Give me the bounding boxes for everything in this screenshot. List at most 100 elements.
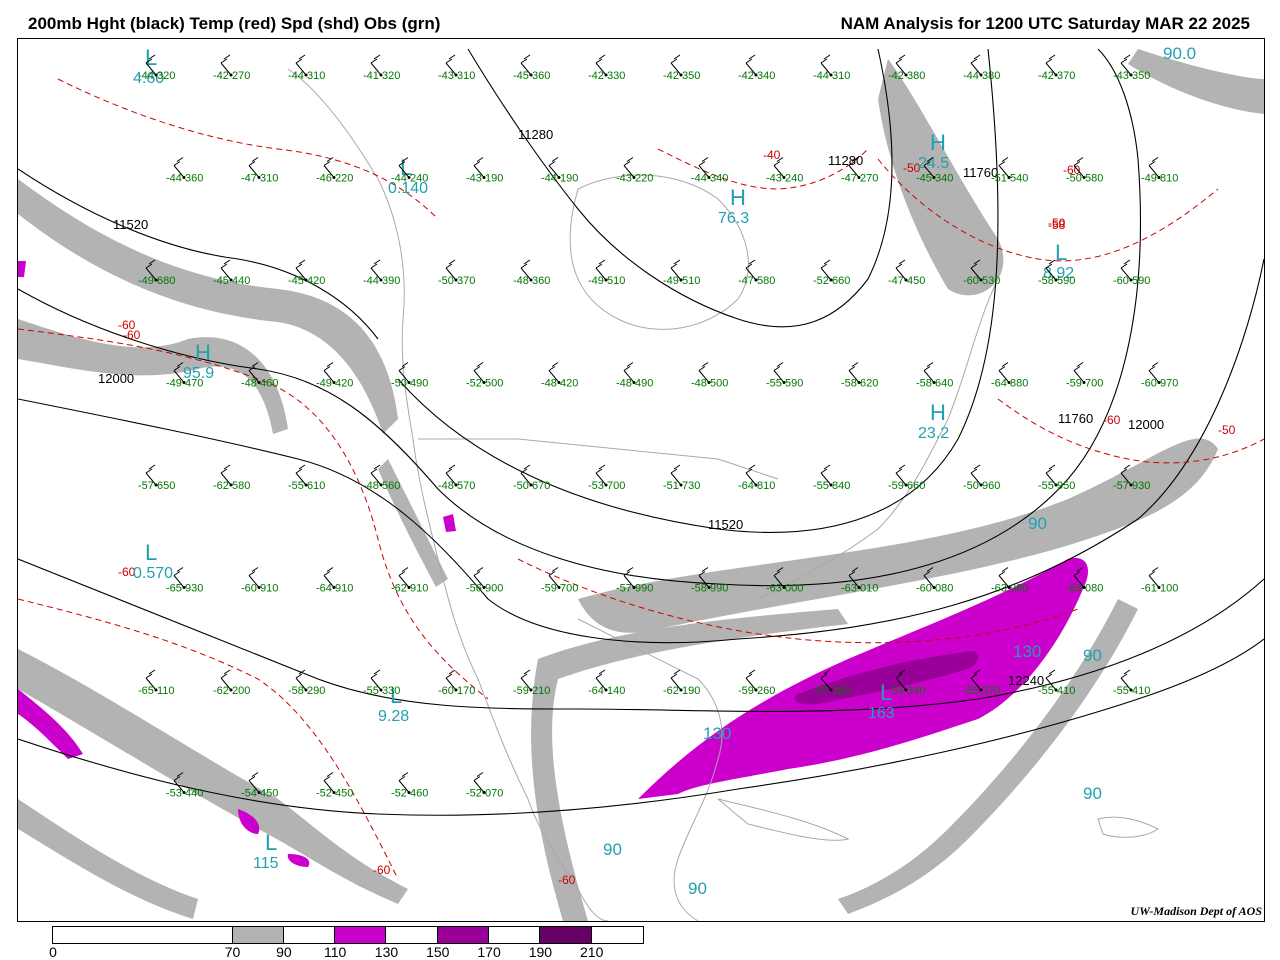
station-obs-text: -44 190: [541, 173, 578, 185]
station-obs-text: -44 340: [691, 173, 728, 185]
station-obs-text: -50 960: [963, 480, 1000, 492]
station-obs-text: -49 420: [316, 378, 353, 390]
station-obs: -50 370: [438, 259, 475, 287]
station-obs-text: -42 270: [213, 70, 250, 82]
station-obs-text: -58 290: [288, 685, 325, 697]
height-label: 11280: [828, 153, 863, 168]
station-obs-text: -47 580: [738, 275, 775, 287]
station-obs-text: -45 420: [288, 275, 325, 287]
credit-label: UW-Madison Dept of AOS: [1130, 904, 1262, 918]
station-obs: -49 420: [316, 362, 353, 390]
station-obs-text: -59 260: [738, 685, 775, 697]
station-obs: -46 220: [316, 157, 353, 185]
station-obs-text: -52 070: [466, 788, 503, 800]
station-obs-text: -44 380: [963, 70, 1000, 82]
station-obs-text: -55 410: [1113, 685, 1150, 697]
station-obs-text: -49 470: [166, 378, 203, 390]
station-obs: -56 900: [466, 567, 503, 595]
station-obs: -60 170: [438, 669, 475, 697]
station-obs-text: -55 610: [288, 480, 325, 492]
station-obs-text: -64 880: [991, 378, 1028, 390]
station-obs-text: -44 310: [813, 70, 850, 82]
station-obs: -62 910: [391, 567, 428, 595]
station-obs-text: -59 210: [513, 685, 550, 697]
center-value: 163: [868, 705, 895, 722]
station-obs-text: -60 590: [1113, 275, 1150, 287]
station-obs: -49 810: [1141, 157, 1178, 185]
station-obs: -64 880: [991, 362, 1028, 390]
station-obs: -48 360: [513, 259, 550, 287]
colorbar-label: 150: [426, 944, 450, 960]
station-obs: -60 910: [241, 567, 278, 595]
station-obs: -59 700: [1066, 362, 1103, 390]
station-obs: -59 700: [541, 567, 578, 595]
station-obs-text: -45 360: [513, 70, 550, 82]
station-obs-text: -58 590: [1038, 275, 1075, 287]
height-label: 11520: [113, 217, 148, 232]
station-obs: -55 840: [813, 464, 850, 492]
station-obs-text: -58 640: [916, 378, 953, 390]
height-label: 12000: [98, 371, 134, 386]
station-obs: -64 910: [316, 567, 353, 595]
station-obs: -52 450: [316, 772, 353, 800]
station-obs-text: -62 190: [663, 685, 700, 697]
map-canvas: -60-60-60-60-60-60-50-50-40-50-58-60 112…: [18, 44, 1264, 921]
station-obs: -52 500: [466, 362, 503, 390]
hudson-bay: [569, 174, 749, 330]
station-obs-text: -55 410: [1038, 685, 1075, 697]
colorbar-segment: [540, 927, 592, 943]
center-value: 9.28: [378, 708, 409, 725]
cuba: [717, 798, 850, 841]
station-obs-text: -55 840: [813, 480, 850, 492]
station-obs: -60 590: [1113, 259, 1150, 287]
station-obs: -57 650: [138, 464, 175, 492]
station-obs: -62 190: [663, 669, 700, 697]
chart-title-right: NAM Analysis for 1200 UTC Saturday MAR 2…: [840, 14, 1250, 33]
station-obs-text: -56 900: [466, 583, 503, 595]
temp-label: -40: [763, 148, 781, 162]
center-value: 76.3: [718, 210, 749, 227]
station-obs-text: -64 140: [588, 685, 625, 697]
station-obs-text: -63 080: [991, 583, 1028, 595]
station-obs-text: -64 810: [738, 480, 775, 492]
jet-core-pacific-edge: [18, 261, 26, 277]
speed-label: 90: [688, 879, 707, 898]
speed-label: 130: [1013, 642, 1041, 661]
station-obs: -62 580: [213, 464, 250, 492]
station-obs: -64 140: [588, 669, 625, 697]
station-obs: -49 510: [588, 259, 625, 287]
station-obs-text: -57 930: [1113, 480, 1150, 492]
station-obs-text: -48 560: [363, 480, 400, 492]
station-obs: -50 960: [963, 464, 1000, 492]
colorbar-label: 210: [580, 944, 604, 960]
station-obs: -45 360: [513, 54, 550, 82]
station-obs-text: -47 310: [241, 173, 278, 185]
station-obs-text: -48 570: [438, 480, 475, 492]
station-obs-text: -60 530: [963, 275, 1000, 287]
station-obs-text: -58 990: [691, 583, 728, 595]
station-obs-text: -48 360: [513, 275, 550, 287]
station-obs-text: -49 810: [1141, 173, 1178, 185]
colorbar-segment: [53, 927, 233, 943]
station-obs-text: -42 340: [738, 70, 775, 82]
station-obs: -48 570: [438, 464, 475, 492]
station-obs-text: -41 320: [363, 70, 400, 82]
station-obs: -48 490: [616, 362, 653, 390]
station-obs-text: -60 170: [438, 685, 475, 697]
weather-map: -60 -60 -60 -60 -60 -60 -50 -50 -40 -50 -58 -60 112…: [17, 38, 1265, 922]
station-obs-text: -55 950: [1038, 480, 1075, 492]
station-obs: -44 380: [963, 54, 1000, 82]
station-obs-text: -60 910: [241, 583, 278, 595]
station-obs: -42 330: [588, 54, 625, 82]
station-obs-text: -55 370: [963, 685, 1000, 697]
station-obs-text: -46 220: [316, 173, 353, 185]
colorbar-segment: [437, 927, 490, 943]
station-obs: -64 810: [738, 464, 775, 492]
speed-label: 90: [1083, 646, 1102, 665]
temp-label: -60: [373, 863, 391, 877]
station-obs-text: -59 660: [888, 480, 925, 492]
station-obs-text: -60 080: [916, 583, 953, 595]
speed-colorbar-labels: 0 70 90 110 130 150 170 190 210: [0, 944, 700, 960]
station-obs-text: -62 580: [213, 480, 250, 492]
station-obs-text: -42 380: [888, 70, 925, 82]
